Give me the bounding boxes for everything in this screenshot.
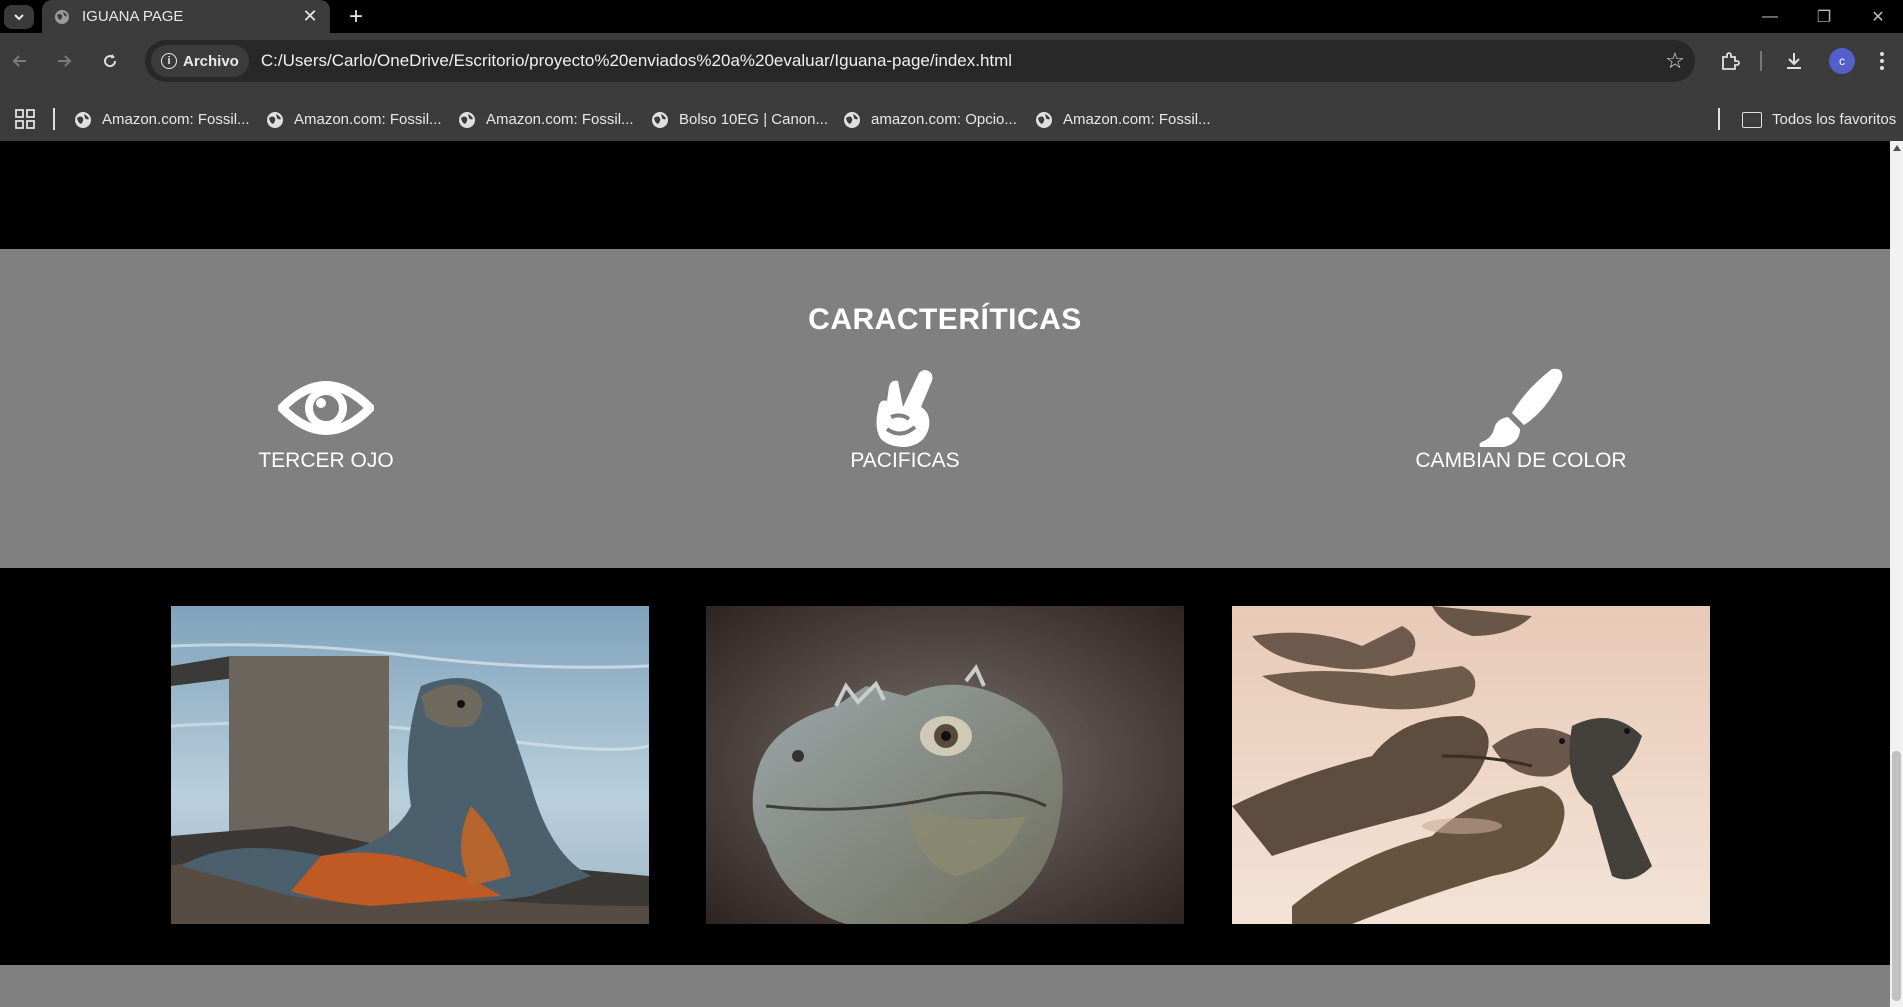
footer-section <box>0 965 1890 1007</box>
bookmark-star-icon[interactable]: ☆ <box>1655 48 1695 74</box>
bookmark-item[interactable]: amazon.com: Opcio... <box>843 98 1017 141</box>
site-info-chip[interactable]: i Archivo <box>151 45 249 77</box>
tab-strip: IGUANA PAGE ✕ + — ❐ ✕ <box>0 0 1903 33</box>
extensions-button[interactable] <box>1714 45 1746 77</box>
bookmark-label: Amazon.com: Fossil... <box>1063 111 1211 128</box>
puzzle-icon <box>1722 52 1740 70</box>
scrollbar-thumb[interactable] <box>1892 751 1901 1001</box>
globe-icon <box>1036 111 1052 128</box>
bookmark-item[interactable]: Amazon.com: Fossil... <box>74 98 250 141</box>
globe-icon <box>459 111 475 128</box>
minimize-button[interactable]: — <box>1746 0 1794 33</box>
all-bookmarks-button[interactable]: Todos los favoritos <box>1742 98 1896 141</box>
restore-button[interactable]: ❐ <box>1800 0 1848 33</box>
scroll-up-arrow-icon[interactable] <box>1893 145 1901 151</box>
profile-button[interactable]: c <box>1826 45 1858 77</box>
folder-icon <box>1742 111 1762 128</box>
chevron-down-icon <box>14 14 24 21</box>
bookmark-item[interactable]: Amazon.com: Fossil... <box>458 98 634 141</box>
iguana-head-closeup-photo <box>706 606 1184 924</box>
bookmarks-separator <box>1718 108 1720 130</box>
globe-icon <box>75 111 91 128</box>
reload-button[interactable] <box>94 45 126 77</box>
apps-grid-icon[interactable] <box>14 108 36 130</box>
feature-peaceful: PACIFICAS <box>755 367 1055 473</box>
reload-icon <box>104 54 117 68</box>
peace-hand-icon <box>850 367 960 449</box>
feature-third-eye: TERCER OJO <box>176 367 476 473</box>
tab-iguana-page[interactable]: IGUANA PAGE ✕ <box>42 0 330 33</box>
bookmark-item[interactable]: Bolso 10EG | Canon... <box>651 98 828 141</box>
iguanas-group-on-sand-photo <box>1232 606 1710 924</box>
forward-arrow-icon <box>58 55 72 67</box>
feature-label: PACIFICAS <box>850 449 960 472</box>
iguana-on-rocks-by-water-photo <box>171 606 649 924</box>
header-section <box>0 141 1890 249</box>
toolbar-separator <box>1760 51 1762 71</box>
site-info-label: Archivo <box>183 52 239 70</box>
forward-button[interactable] <box>48 45 80 77</box>
bookmark-item[interactable]: Amazon.com: Fossil... <box>1035 98 1211 141</box>
all-bookmarks-label: Todos los favoritos <box>1772 111 1897 128</box>
eye-icon <box>271 367 381 449</box>
feature-label: TERCER OJO <box>258 449 394 472</box>
paintbrush-icon <box>1466 367 1576 449</box>
info-icon: i <box>161 53 177 69</box>
menu-button[interactable] <box>1868 45 1896 77</box>
bookmark-label: Amazon.com: Fossil... <box>294 111 442 128</box>
bookmarks-separator <box>53 108 55 130</box>
downloads-button[interactable] <box>1778 45 1810 77</box>
bookmark-label: amazon.com: Opcio... <box>871 111 1017 128</box>
new-tab-button[interactable]: + <box>342 3 370 30</box>
globe-icon <box>652 111 668 128</box>
back-button[interactable] <box>4 45 36 77</box>
tab-search-button[interactable] <box>4 5 34 29</box>
globe-icon <box>267 111 283 128</box>
tab-title: IGUANA PAGE <box>82 8 184 25</box>
bookmarks-bar: Amazon.com: Fossil... Amazon.com: Fossil… <box>0 98 1903 141</box>
bookmark-label: Amazon.com: Fossil... <box>102 111 250 128</box>
gallery-section <box>0 568 1890 965</box>
url-text[interactable]: C:/Users/Carlo/OneDrive/Escritorio/proye… <box>261 51 1655 71</box>
feature-label: CAMBIAN DE COLOR <box>1415 449 1627 472</box>
tab-close-icon[interactable]: ✕ <box>298 5 322 29</box>
avatar: c <box>1829 48 1855 74</box>
bookmark-label: Amazon.com: Fossil... <box>486 111 634 128</box>
features-title: CARACTERÍTICAS <box>808 303 1082 336</box>
bookmark-label: Bolso 10EG | Canon... <box>679 111 828 128</box>
globe-icon <box>55 9 69 24</box>
features-section: CARACTERÍTICAS TERCER OJO PACIFICAS CAMB… <box>0 249 1890 568</box>
address-bar[interactable]: i Archivo C:/Users/Carlo/OneDrive/Escrit… <box>145 40 1695 82</box>
page-viewport: CARACTERÍTICAS TERCER OJO PACIFICAS CAMB… <box>0 141 1890 1007</box>
bookmark-item[interactable]: Amazon.com: Fossil... <box>266 98 442 141</box>
close-window-button[interactable]: ✕ <box>1854 0 1902 33</box>
globe-icon <box>844 111 860 128</box>
back-arrow-icon <box>12 55 26 67</box>
feature-change-color: CAMBIAN DE COLOR <box>1371 367 1671 473</box>
page-scrollbar[interactable] <box>1890 141 1903 1007</box>
download-icon <box>1787 53 1801 69</box>
kebab-menu-icon <box>1880 52 1884 70</box>
